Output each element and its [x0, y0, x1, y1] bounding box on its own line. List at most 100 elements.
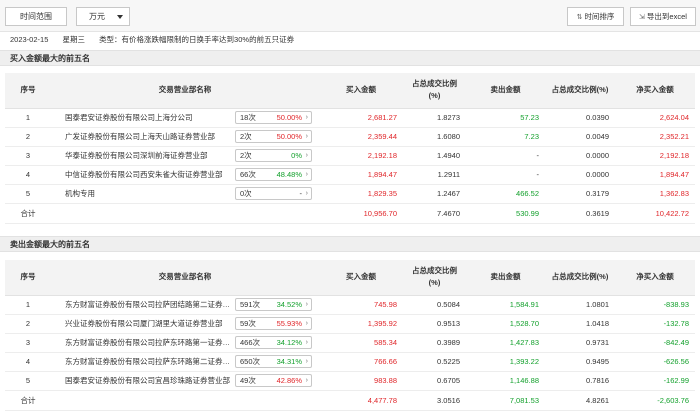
broker-name[interactable]: 中信证券股份有限公司西安朱雀大街证券营业部: [65, 169, 235, 180]
broker-stats-dropdown[interactable]: 650次 34.31% ›: [235, 355, 312, 368]
buy-amount: 2,359.44: [319, 127, 403, 147]
listing-count: 466次: [240, 338, 261, 347]
empty-cell: [51, 390, 319, 411]
listing-count: 2次: [240, 132, 252, 141]
chevron-right-icon: ›: [305, 133, 308, 140]
broker-stats-dropdown[interactable]: 0次 - ›: [235, 187, 312, 200]
broker-name[interactable]: 国泰君安证券股份有限公司宜昌珍珠路证券营业部: [65, 375, 235, 386]
column-header: 占总成交比例(%): [403, 73, 466, 109]
unit-select[interactable]: 万元: [76, 7, 130, 26]
time-range-button[interactable]: 时间范围: [5, 7, 67, 26]
sell-ratio: 0.3179: [545, 184, 615, 204]
export-excel-button[interactable]: ⇲ 导出到excel: [630, 7, 696, 26]
broker-stats-dropdown[interactable]: 2次 50.00% ›: [235, 130, 312, 143]
broker-stats-dropdown[interactable]: 2次 0% ›: [235, 149, 312, 162]
sell-ratio: 0.0390: [545, 108, 615, 128]
table-row[interactable]: 2 广发证券股份有限公司上海天山路证券营业部 2次 50.00% › 2,359.44 1.…: [5, 127, 695, 147]
broker-name[interactable]: 国泰君安证券股份有限公司上海分公司: [65, 112, 235, 123]
table-row[interactable]: 4 中信证券股份有限公司西安朱雀大街证券营业部 66次 48.48% › 1,894.47…: [5, 165, 695, 185]
empty-cell: [51, 203, 319, 224]
table-row[interactable]: 5 国泰君安证券股份有限公司宜昌珍珠路证券营业部 49次 42.86% › 983.88 0…: [5, 371, 695, 391]
broker-name[interactable]: 机构专用: [65, 188, 235, 199]
table-row[interactable]: 1 东方财富证券股份有限公司拉萨团结路第二证券… 591次 34.52% › 745.98…: [5, 295, 695, 315]
table-row[interactable]: 5 机构专用 0次 - › 1,829.35 1.2467 466.52 0.3179 1,362…: [5, 184, 695, 204]
listing-count: 66次: [240, 170, 256, 179]
chevron-right-icon: ›: [305, 114, 308, 121]
broker-name[interactable]: 兴业证券股份有限公司厦门湖里大道证券营业部: [65, 318, 235, 329]
listing-count: 59次: [240, 319, 256, 328]
broker-name[interactable]: 华泰证券股份有限公司深圳前海证券营业部: [65, 150, 235, 161]
success-rate: 34.31%: [276, 357, 302, 366]
broker-stats-dropdown[interactable]: 59次 55.93% ›: [235, 317, 312, 330]
listing-count: 650次: [240, 357, 261, 366]
net-buy-amount: 1,362.83: [615, 184, 695, 204]
listing-type: 类型：有价格涨跌幅限制的日换手率达到30%的前五只证券: [99, 35, 295, 44]
sell-ratio: 0.9495: [545, 352, 615, 372]
success-rate: 55.93%: [276, 319, 302, 328]
chevron-down-icon: [117, 15, 123, 19]
column-header: 序号: [5, 260, 51, 296]
sell-amount: 1,393.22: [466, 352, 545, 372]
chevron-right-icon: ›: [305, 152, 308, 159]
sell-ratio: 1.0801: [545, 295, 615, 315]
broker-stats-dropdown[interactable]: 466次 34.12% ›: [235, 336, 312, 349]
broker-cell: 东方财富证券股份有限公司拉萨东环路第二证券… 650次 34.31% ›: [51, 352, 319, 372]
sell-section-title: 卖出金额最大的前五名: [0, 236, 700, 252]
total-sell: 7,081.53: [466, 390, 545, 411]
weekday: 星期三: [62, 35, 85, 44]
total-buy: 10,956.70: [319, 203, 403, 224]
listing-count: 2次: [240, 151, 252, 160]
buy-amount: 745.98: [319, 295, 403, 315]
broker-name[interactable]: 东方财富证券股份有限公司拉萨团结路第二证券…: [65, 299, 235, 310]
row-number: 3: [5, 146, 51, 166]
broker-cell: 东方财富证券股份有限公司拉萨团结路第二证券… 591次 34.52% ›: [51, 295, 319, 315]
chevron-right-icon: ›: [305, 190, 308, 197]
table-row[interactable]: 3 华泰证券股份有限公司深圳前海证券营业部 2次 0% › 2,192.18 1.4940-…: [5, 146, 695, 166]
listing-count: 591次: [240, 300, 261, 309]
sell-ratio: 0.0000: [545, 146, 615, 166]
row-number: 2: [5, 314, 51, 334]
broker-stats-dropdown[interactable]: 66次 48.48% ›: [235, 168, 312, 181]
column-header: 序号: [5, 73, 51, 109]
table-row[interactable]: 1 国泰君安证券股份有限公司上海分公司 18次 50.00% › 2,681.27 1.82…: [5, 108, 695, 128]
row-number: 3: [5, 333, 51, 353]
row-number: 5: [5, 184, 51, 204]
row-number: 4: [5, 352, 51, 372]
sell-ratio: 0.0000: [545, 165, 615, 185]
sort-arrows-icon: ⇅: [576, 14, 583, 21]
broker-cell: 兴业证券股份有限公司厦门湖里大道证券营业部 59次 55.93% ›: [51, 314, 319, 334]
net-buy-amount: 2,624.04: [615, 108, 695, 128]
broker-stats-dropdown[interactable]: 49次 42.86% ›: [235, 374, 312, 387]
broker-stats-dropdown[interactable]: 18次 50.00% ›: [235, 111, 312, 124]
toolbar: 时间范围 万元 ⇅ 时间排序 ⇲ 导出到excel: [0, 0, 700, 32]
sell-amount: 1,146.88: [466, 371, 545, 391]
column-header: 交易营业部名称: [51, 260, 319, 296]
total-row: 合计 4,477.78 3.0516 7,081.53 4.8261 -2,603.76: [5, 390, 695, 411]
success-rate: 0%: [291, 151, 302, 160]
net-buy-amount: -162.99: [615, 371, 695, 391]
buy-ratio: 0.3989: [403, 333, 466, 353]
sell-amount: 7.23: [466, 127, 545, 147]
broker-stats-dropdown[interactable]: 591次 34.52% ›: [235, 298, 312, 311]
broker-name[interactable]: 广发证券股份有限公司上海天山路证券营业部: [65, 131, 235, 142]
net-buy-amount: -838.93: [615, 295, 695, 315]
buy-ratio: 0.6705: [403, 371, 466, 391]
broker-name[interactable]: 东方财富证券股份有限公司拉萨东环路第一证券…: [65, 337, 235, 348]
sell-amount: 1,584.91: [466, 295, 545, 315]
trade-date: 2023-02-15: [10, 35, 49, 44]
buy-ratio: 1.2911: [403, 165, 466, 185]
buy-ratio: 0.9513: [403, 314, 466, 334]
time-sort-button[interactable]: ⇅ 时间排序: [567, 7, 624, 26]
total-sell-ratio: 0.3619: [545, 203, 615, 224]
buy-top5-table: 序号 交易营业部名称 买入金额 占总成交比例(%) 卖出金额 占总成交比例(%) 净买入金额…: [5, 73, 695, 224]
table-row[interactable]: 2 兴业证券股份有限公司厦门湖里大道证券营业部 59次 55.93% › 1,395.92…: [5, 314, 695, 334]
sell-amount: 1,427.83: [466, 333, 545, 353]
total-label: 合计: [5, 390, 51, 411]
table-row[interactable]: 3 东方财富证券股份有限公司拉萨东环路第一证券… 466次 34.12% › 585.34…: [5, 333, 695, 353]
buy-section-title: 买入金额最大的前五名: [0, 50, 700, 66]
broker-name[interactable]: 东方财富证券股份有限公司拉萨东环路第二证券…: [65, 356, 235, 367]
column-header: 占总成交比例(%): [545, 260, 615, 296]
table-row[interactable]: 4 东方财富证券股份有限公司拉萨东环路第二证券… 650次 34.31% › 766.66…: [5, 352, 695, 372]
net-buy-amount: -842.49: [615, 333, 695, 353]
info-line: 2023-02-15 星期三 类型：有价格涨跌幅限制的日换手率达到30%的前五只…: [0, 32, 700, 47]
